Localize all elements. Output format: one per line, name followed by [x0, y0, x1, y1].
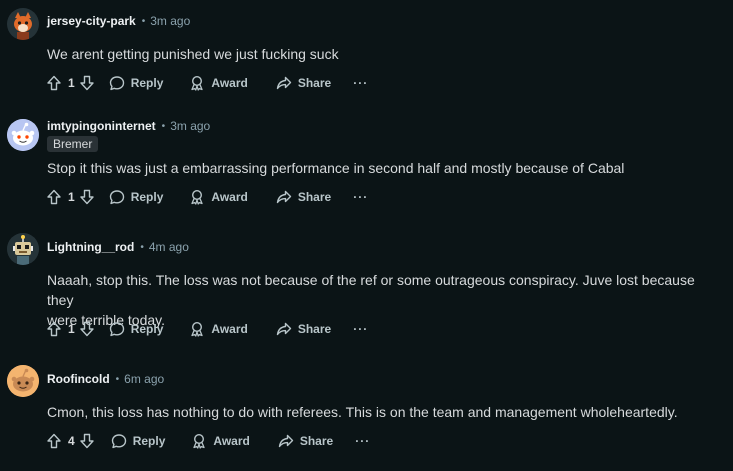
- more-options-button[interactable]: ···: [353, 76, 368, 90]
- user-avatar[interactable]: [7, 365, 39, 397]
- vote-count: 4: [68, 434, 75, 448]
- user-avatar[interactable]: [7, 233, 39, 265]
- reply-label: Reply: [130, 322, 164, 336]
- separator-dot: •: [140, 241, 144, 253]
- timestamp[interactable]: 3m ago: [170, 119, 210, 133]
- comment-body: Stop it this was just a embarrassing per…: [47, 158, 722, 178]
- share-button[interactable]: Share: [276, 321, 331, 337]
- user-flair: Bremer: [47, 136, 99, 152]
- reply-icon: [109, 76, 124, 91]
- separator-dot: •: [141, 15, 146, 27]
- upvote-icon[interactable]: [46, 75, 62, 91]
- comment-actions: 4 Reply Award Share ···: [46, 429, 370, 453]
- reply-button[interactable]: Reply: [109, 189, 164, 205]
- share-label: Share: [297, 190, 332, 204]
- vote-count: 1: [68, 76, 75, 90]
- award-button[interactable]: Award: [189, 321, 248, 337]
- user-avatar[interactable]: [7, 119, 39, 151]
- comment-meta: Roofincold • 6m ago: [47, 370, 164, 388]
- vote-control: 4: [46, 433, 95, 449]
- reply-icon: [111, 434, 126, 449]
- comment-text-line: Naaah, stop this. The loss was not becau…: [47, 272, 695, 308]
- share-button[interactable]: Share: [276, 189, 331, 205]
- award-label: Award: [211, 76, 248, 90]
- separator-dot: •: [161, 120, 166, 132]
- comment-text-line: We arent getting punished we just fuckin…: [47, 46, 339, 62]
- user-avatar[interactable]: [7, 8, 39, 40]
- reply-button[interactable]: Reply: [111, 433, 166, 449]
- username[interactable]: jersey-city-park: [47, 14, 136, 28]
- reply-icon: [109, 322, 124, 337]
- upvote-icon[interactable]: [46, 189, 62, 205]
- username[interactable]: Roofincold: [47, 372, 110, 386]
- reply-label: Reply: [132, 434, 166, 448]
- snoo-avatar-icon: [7, 365, 39, 397]
- timestamp[interactable]: 3m ago: [150, 14, 190, 28]
- snoo-avatar-icon: [7, 119, 39, 151]
- share-label: Share: [297, 322, 332, 336]
- share-button[interactable]: Share: [278, 433, 333, 449]
- award-icon: [191, 189, 204, 205]
- share-icon: [276, 76, 292, 90]
- share-button[interactable]: Share: [276, 75, 331, 91]
- comment-actions: 1 Reply Award Share ···: [46, 317, 368, 341]
- award-icon: [191, 75, 204, 91]
- comment-meta: imtypingoninternet • 3m ago: [47, 117, 210, 135]
- more-options-button[interactable]: ···: [355, 434, 370, 448]
- reply-label: Reply: [130, 76, 164, 90]
- comment-meta: Lightning__rod • 4m ago: [47, 238, 189, 256]
- award-button[interactable]: Award: [189, 75, 248, 91]
- timestamp[interactable]: 6m ago: [124, 372, 164, 386]
- comment-actions: 1 Reply Award Share ···: [46, 185, 368, 209]
- award-icon: [193, 433, 206, 449]
- reply-button[interactable]: Reply: [109, 75, 164, 91]
- award-label: Award: [211, 190, 248, 204]
- share-icon: [276, 190, 292, 204]
- downvote-icon[interactable]: [79, 321, 95, 337]
- comment-actions: 1 Reply Award Share ···: [46, 71, 368, 95]
- comment-body: Cmon, this loss has nothing to do with r…: [47, 402, 722, 422]
- vote-control: 1: [46, 189, 95, 205]
- timestamp[interactable]: 4m ago: [149, 240, 189, 254]
- comment-text-line: Cmon, this loss has nothing to do with r…: [47, 404, 678, 420]
- vote-count: 1: [68, 190, 75, 204]
- vote-control: 1: [46, 75, 95, 91]
- reply-icon: [109, 190, 124, 205]
- downvote-icon[interactable]: [79, 75, 95, 91]
- award-label: Award: [213, 434, 250, 448]
- separator-dot: •: [115, 373, 120, 385]
- upvote-icon[interactable]: [46, 321, 62, 337]
- award-label: Award: [211, 322, 248, 336]
- award-button[interactable]: Award: [189, 189, 248, 205]
- reply-label: Reply: [130, 190, 164, 204]
- username[interactable]: Lightning__rod: [47, 240, 134, 254]
- share-icon: [278, 434, 294, 448]
- comment-body: We arent getting punished we just fuckin…: [47, 44, 722, 64]
- award-icon: [191, 321, 204, 337]
- share-label: Share: [297, 76, 332, 90]
- vote-control: 1: [46, 321, 95, 337]
- fox-avatar-icon: [7, 8, 39, 40]
- comment-meta: jersey-city-park • 3m ago: [47, 12, 190, 30]
- share-icon: [276, 322, 292, 336]
- robot-avatar-icon: [7, 233, 39, 265]
- username[interactable]: imtypingoninternet: [47, 119, 156, 133]
- reply-button[interactable]: Reply: [109, 321, 164, 337]
- comment-text-line: Stop it this was just a embarrassing per…: [47, 160, 625, 176]
- upvote-icon[interactable]: [46, 433, 62, 449]
- downvote-icon[interactable]: [79, 189, 95, 205]
- award-button[interactable]: Award: [191, 433, 250, 449]
- share-label: Share: [299, 434, 334, 448]
- more-options-button[interactable]: ···: [353, 322, 368, 336]
- downvote-icon[interactable]: [79, 433, 95, 449]
- vote-count: 1: [68, 322, 75, 336]
- more-options-button[interactable]: ···: [353, 190, 368, 204]
